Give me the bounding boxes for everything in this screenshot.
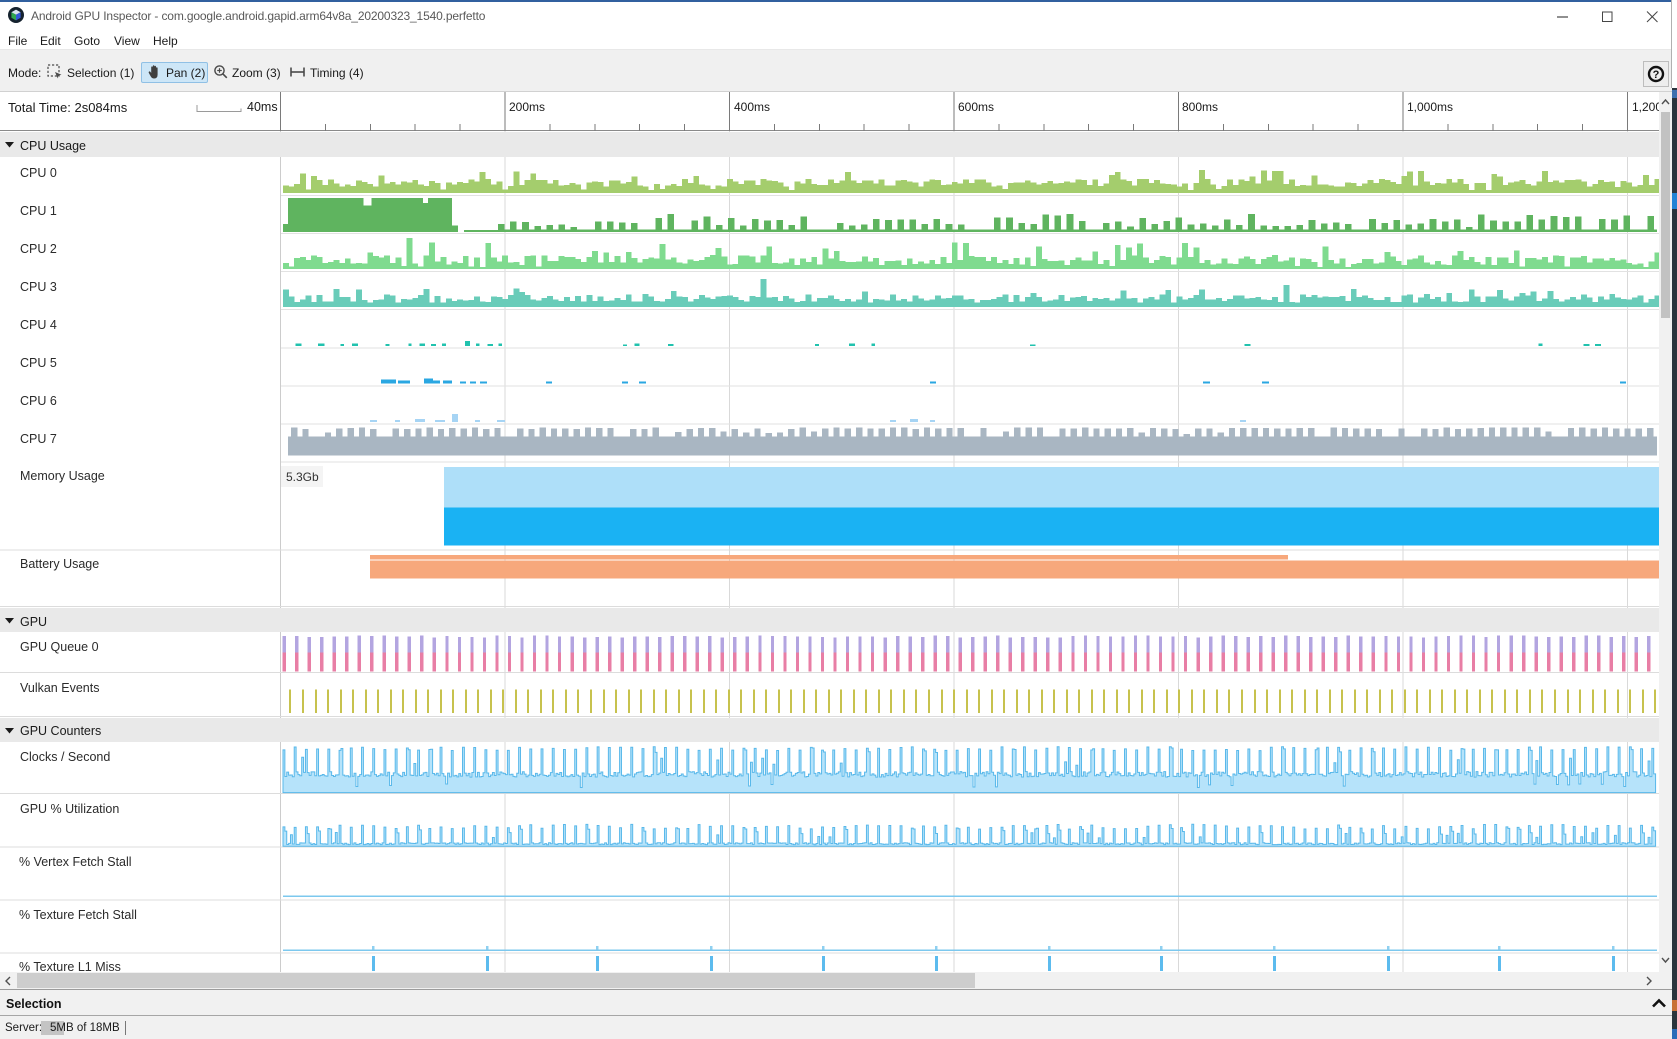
svg-text:?: ? xyxy=(1653,69,1660,81)
